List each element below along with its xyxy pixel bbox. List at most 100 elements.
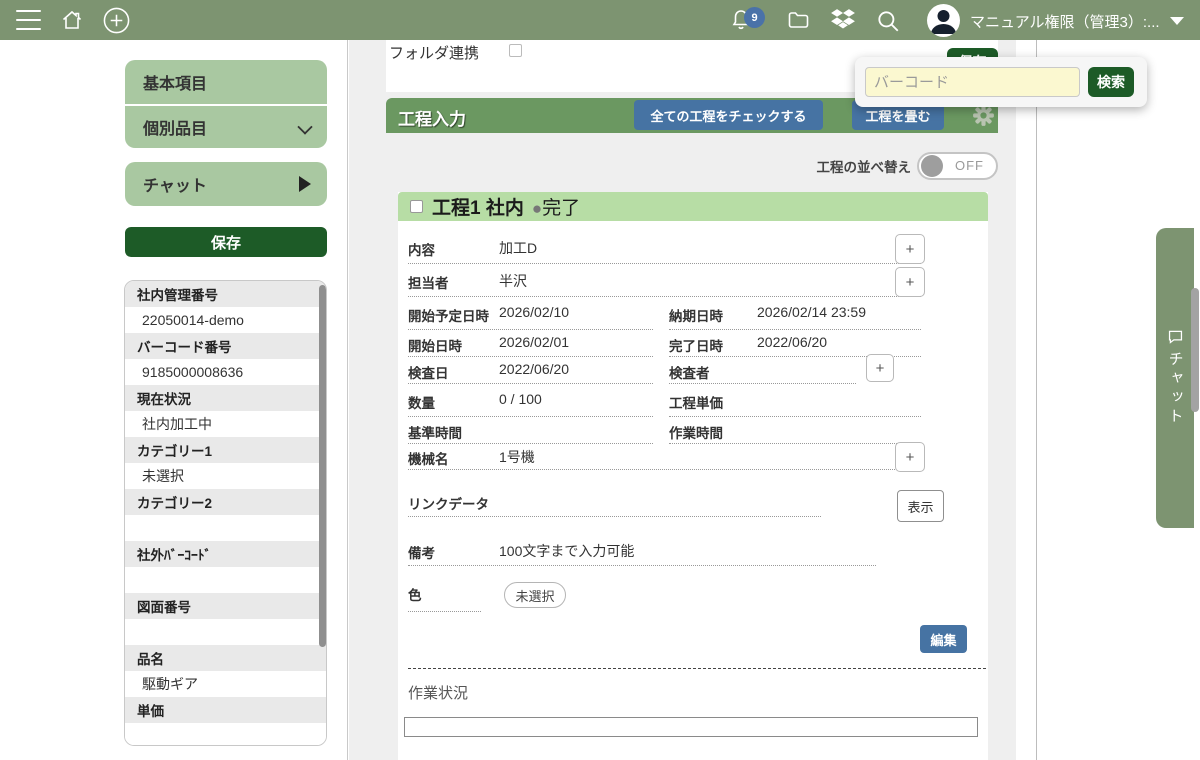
field-label: バーコード番号 xyxy=(125,333,326,359)
field-row-work-time[interactable]: 作業時間 xyxy=(669,417,921,444)
field-row-assignee[interactable]: 担当者 半沢 xyxy=(408,264,921,297)
toggle-knob xyxy=(921,155,943,177)
chat-bubble-icon xyxy=(1167,328,1184,345)
note-value: 100文字まで入力可能 xyxy=(499,541,634,561)
note-label: 備考 xyxy=(408,542,435,562)
unit-price-label: 工程単価 xyxy=(669,392,723,412)
field-value[interactable] xyxy=(125,723,326,746)
field-label: 図面番号 xyxy=(125,593,326,619)
field-row-unit-price[interactable]: 工程単価 xyxy=(669,384,921,417)
user-menu-label[interactable]: マニュアル権限（管理3）:... xyxy=(970,11,1160,32)
barcode-popup: 検索 xyxy=(855,57,1147,107)
field-label: カテゴリー2 xyxy=(125,489,326,515)
inspect-date-value: 2022/06/20 xyxy=(499,361,569,377)
start-label: 開始日時 xyxy=(408,335,462,355)
assignee-value: 半沢 xyxy=(499,271,527,291)
work-time-label: 作業時間 xyxy=(669,422,723,442)
field-value[interactable]: 未選択 xyxy=(125,463,326,489)
menu-icon[interactable] xyxy=(16,10,41,30)
dropbox-icon[interactable] xyxy=(830,8,854,32)
field-row-finish[interactable]: 完了日時 2022/06/20 xyxy=(669,330,921,357)
process-card: 工程1 社内 ●完了 内容 加工D + 担当者 半沢 + 開始予定日時 2026… xyxy=(398,192,988,760)
field-row-link-data[interactable]: リンクデータ xyxy=(408,484,821,517)
due-value: 2026/02/14 23:59 xyxy=(757,304,866,320)
field-row-note[interactable]: 備考 100文字まで入力可能 xyxy=(408,533,876,566)
barcode-search-button[interactable]: 検索 xyxy=(1088,67,1134,97)
edit-button[interactable]: 編集 xyxy=(920,625,967,653)
field-label: 単価 xyxy=(125,697,326,723)
field-value[interactable]: 社内加工中 xyxy=(125,411,326,437)
inspect-date-label: 検査日 xyxy=(408,362,449,382)
sort-toggle[interactable]: OFF xyxy=(917,152,998,180)
search-icon[interactable] xyxy=(875,8,899,32)
field-row-due[interactable]: 納期日時 2026/02/14 23:59 xyxy=(669,297,921,330)
process-title: 工程1 社内 xyxy=(432,193,524,220)
field-row-planned-start[interactable]: 開始予定日時 2026/02/10 xyxy=(408,297,653,330)
arrow-right-icon xyxy=(299,176,311,192)
barcode-input[interactable] xyxy=(865,67,1080,97)
sort-toggle-label: 工程の並べ替え xyxy=(817,156,912,176)
color-select-pill[interactable]: 未選択 xyxy=(504,582,566,608)
item-fields-panel: 社内管理番号 22050014-demo バーコード番号 91850000086… xyxy=(124,280,327,746)
planned-start-label: 開始予定日時 xyxy=(408,305,489,325)
field-value[interactable] xyxy=(125,515,326,541)
field-value[interactable]: 22050014-demo xyxy=(125,307,326,333)
sidebar-item-basic-label: 基本項目 xyxy=(143,70,207,94)
field-label: 社内管理番号 xyxy=(125,281,326,307)
panel-scrollbar[interactable] xyxy=(319,285,326,647)
chat-side-tab-label: チャット xyxy=(1165,351,1186,427)
process-status: ●完了 xyxy=(532,193,580,220)
field-label: 現在状況 xyxy=(125,385,326,411)
check-all-processes-button[interactable]: 全ての工程をチェックする xyxy=(634,100,823,130)
machine-label: 機械名 xyxy=(408,448,449,468)
status-dot-icon: ● xyxy=(532,199,542,218)
link-data-show-button[interactable]: 表示 xyxy=(897,490,944,522)
planned-start-value: 2026/02/10 xyxy=(499,304,569,320)
sort-toggle-row: 工程の並べ替え OFF xyxy=(386,152,998,180)
field-row-inspect-date[interactable]: 検査日 2022/06/20 xyxy=(408,357,653,384)
field-row-std-time[interactable]: 基準時間 xyxy=(408,417,653,444)
chat-side-tab[interactable]: チャット xyxy=(1156,228,1194,528)
field-row-machine[interactable]: 機械名 1号機 xyxy=(408,444,921,470)
field-row-content[interactable]: 内容 加工D xyxy=(408,231,921,264)
work-status-input[interactable] xyxy=(404,717,978,737)
machine-add-button[interactable]: + xyxy=(895,442,925,472)
field-row-start[interactable]: 開始日時 2026/02/01 xyxy=(408,330,653,357)
user-menu-caret-icon[interactable] xyxy=(1170,17,1184,25)
start-value: 2026/02/01 xyxy=(499,334,569,350)
field-row-inspector[interactable]: 検査者 xyxy=(669,357,856,384)
content-add-button[interactable]: + xyxy=(895,234,925,264)
home-icon[interactable] xyxy=(60,8,84,32)
process-checkbox[interactable] xyxy=(410,200,423,213)
field-row-color[interactable]: 色 xyxy=(408,575,481,612)
inspector-add-button[interactable]: + xyxy=(866,354,894,382)
field-label: 品名 xyxy=(125,645,326,671)
sidebar-chat-button[interactable]: チャット xyxy=(125,162,327,206)
field-row-qty[interactable]: 数量 0 / 100 xyxy=(408,384,653,417)
process-section-title: 工程入力 xyxy=(398,105,466,130)
assignee-add-button[interactable]: + xyxy=(895,267,925,297)
dashed-separator xyxy=(408,668,986,669)
inspector-label: 検査者 xyxy=(669,362,710,382)
add-icon[interactable] xyxy=(103,7,130,34)
work-status-label: 作業状況 xyxy=(408,682,468,703)
sidebar-item-basic[interactable]: 基本項目 xyxy=(125,60,327,104)
field-value[interactable] xyxy=(125,619,326,645)
page-scrollbar[interactable] xyxy=(1191,288,1199,412)
field-value[interactable]: 駆動ギア xyxy=(125,671,326,697)
machine-value: 1号機 xyxy=(499,447,535,467)
sidebar-save-button[interactable]: 保存 xyxy=(125,227,327,257)
folder-link-checkbox[interactable] xyxy=(509,44,522,57)
finish-value: 2022/06/20 xyxy=(757,334,827,350)
content-value: 加工D xyxy=(499,238,537,258)
field-value[interactable]: 9185000008636 xyxy=(125,359,326,385)
qty-label: 数量 xyxy=(408,392,435,412)
assignee-label: 担当者 xyxy=(408,272,449,292)
field-value[interactable] xyxy=(125,567,326,593)
content-label: 内容 xyxy=(408,239,435,259)
folder-icon[interactable] xyxy=(786,8,810,32)
avatar[interactable] xyxy=(927,4,960,37)
sidebar-chat-label: チャット xyxy=(143,172,207,196)
app-window: 9 マニュアル権限（管理3）:... xyxy=(0,0,1200,760)
sidebar-item-individual[interactable]: 個別品目 xyxy=(125,104,327,148)
